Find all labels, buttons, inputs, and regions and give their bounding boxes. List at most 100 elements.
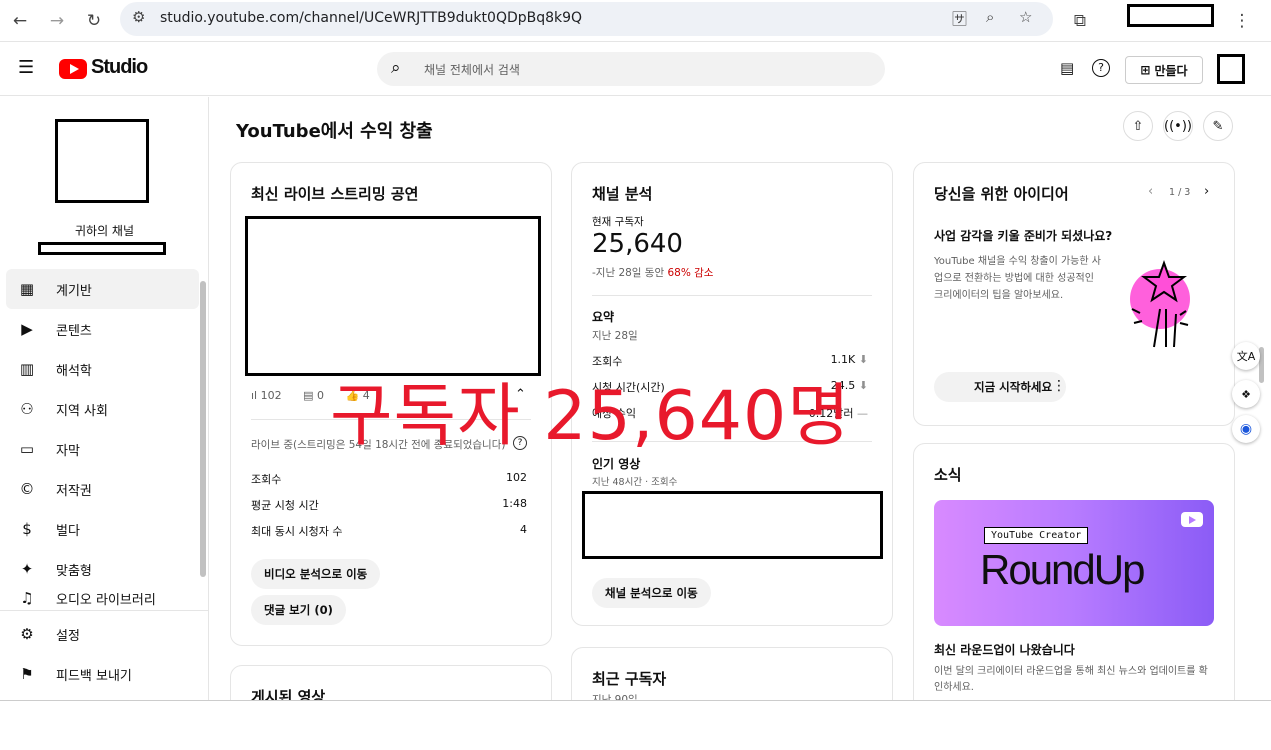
- prev-chevron-icon[interactable]: ‹: [1148, 184, 1153, 199]
- summary-title: 요약: [592, 310, 615, 324]
- feedback-icon: ⚑: [20, 665, 34, 683]
- news-card: 소식 YouTube Creator RoundUp 최신 라운드업이 나왔습니…: [913, 443, 1235, 700]
- hamburger-menu-icon[interactable]: ☰: [18, 57, 34, 78]
- posted-videos-title: 게시된 영상: [251, 688, 326, 700]
- analytics-title: 채널 분석: [592, 185, 653, 203]
- create-label: 만들다: [1154, 63, 1188, 78]
- current-subs-value: 25,640: [592, 229, 683, 259]
- subtitles-icon: ▭: [19, 440, 35, 458]
- search-input[interactable]: ⌕ 채널 전체에서 검색: [377, 52, 885, 86]
- sidebar-item-customize[interactable]: ✦ 맞춤형: [6, 549, 199, 589]
- forward-icon[interactable]: →: [42, 6, 72, 36]
- sidebar-item-settings[interactable]: ⚙ 설정: [6, 614, 199, 654]
- studio-header: ☰ Studio ⌕ 채널 전체에서 검색 ▤ ? ⊞ 만들다: [0, 43, 1271, 96]
- analytics-divider: [592, 295, 872, 296]
- community-icon: ⚇: [20, 400, 34, 418]
- sidebar-item-dashboard[interactable]: ▦ 계기반: [6, 269, 199, 309]
- studio-logo-text[interactable]: Studio: [91, 56, 148, 79]
- sidebar-scrollbar[interactable]: [200, 269, 207, 609]
- browser-menu-icon[interactable]: ⋮: [1227, 6, 1257, 36]
- comment-icon[interactable]: ▤: [1060, 59, 1074, 77]
- sidebar-item-subtitles[interactable]: ▭ 자막: [6, 429, 199, 469]
- posted-videos-card: 게시된 영상: [230, 665, 552, 700]
- create-post-icon[interactable]: ✎: [1203, 111, 1233, 141]
- account-avatar-redacted[interactable]: [1217, 54, 1245, 84]
- content-icon: ▶: [21, 320, 33, 338]
- sidebar-item-community[interactable]: ⚇ 지역 사회: [6, 389, 199, 429]
- dash-icon: —: [857, 407, 868, 420]
- dashboard-icon: ▦: [19, 280, 35, 298]
- bookmark-star-icon[interactable]: ☆: [1019, 8, 1032, 26]
- browser-toolbar: ← → ↻ ⚙ studio.youtube.com/channel/UCeWR…: [0, 0, 1271, 42]
- copyright-icon: ©: [19, 480, 35, 498]
- view-comments-button[interactable]: 댓글 보기 (0): [251, 595, 346, 625]
- roundup-big-text: RoundUp: [980, 546, 1145, 593]
- views-bar-icon: ıl: [251, 389, 258, 402]
- search-placeholder: 채널 전체에서 검색: [424, 63, 520, 77]
- top-videos-sub: 지난 48시간 · 조회수: [592, 477, 678, 488]
- next-chevron-icon[interactable]: ›: [1204, 184, 1209, 199]
- go-video-analytics-button[interactable]: 비디오 분석으로 이동: [251, 559, 381, 589]
- recent-subs-title: 최근 구독자: [592, 670, 667, 688]
- youtube-white-icon: [1181, 512, 1203, 527]
- sidebar-item-feedback[interactable]: ⚑ 피드백 보내기: [6, 654, 199, 694]
- channel-title: 귀하의 채널: [74, 224, 134, 238]
- current-subs-label: 현재 구독자: [592, 216, 644, 228]
- more-options-icon[interactable]: ⋮: [1052, 378, 1066, 394]
- address-bar[interactable]: ⚙ studio.youtube.com/channel/UCeWRJTTB9d…: [120, 2, 1053, 36]
- ideas-heading: 사업 감각을 키울 준비가 되셨나요?: [934, 229, 1113, 243]
- sidebar: 귀하의 채널 ▦ 계기반 ▶ 콘텐츠 ▥ 해석학 ⚇ 지역 사회 ▭ 자막 © 저작권 $ 벌…: [0, 97, 209, 700]
- subs-change: -지난 28일 동안 68% 감소: [592, 267, 714, 279]
- audio-library-icon: ♫: [20, 589, 34, 607]
- translate-icon[interactable]: 🈂: [952, 8, 967, 29]
- earn-icon: $: [22, 520, 32, 538]
- translate-fab-icon[interactable]: 文A: [1232, 342, 1260, 370]
- youtube-logo-icon[interactable]: [59, 59, 87, 79]
- upload-icon[interactable]: ⇧: [1123, 111, 1153, 141]
- sidebar-item-analytics[interactable]: ▥ 해석학: [6, 349, 199, 389]
- subscriber-overlay-text: 구독자 25,640명: [330, 377, 851, 456]
- down-arrow-icon: ⬇: [858, 379, 868, 392]
- reload-icon[interactable]: ↻: [79, 6, 109, 36]
- sidebar-item-copyright[interactable]: © 저작권: [6, 469, 199, 509]
- go-live-icon[interactable]: ((•)): [1163, 111, 1193, 141]
- sidebar-item-earn[interactable]: $ 벌다: [6, 509, 199, 549]
- customize-icon: ✦: [20, 560, 34, 578]
- top-video-redacted[interactable]: [582, 491, 883, 559]
- comments-icon: ▤: [303, 389, 314, 402]
- profile-redacted[interactable]: [1127, 4, 1214, 27]
- latest-live-title: 최신 라이브 스트리밍 공연: [251, 185, 419, 203]
- live-thumbnail-redacted[interactable]: [245, 216, 541, 376]
- help-icon[interactable]: ?: [1092, 59, 1110, 77]
- scrollbar-thumb[interactable]: [200, 281, 206, 577]
- settings-icon: ⚙: [20, 625, 34, 643]
- back-icon[interactable]: ←: [5, 6, 35, 36]
- go-channel-analytics-button[interactable]: 채널 분석으로 이동: [592, 578, 711, 608]
- live-row-views: 조회수 102: [251, 471, 527, 486]
- channel-avatar-redacted[interactable]: [55, 119, 149, 203]
- down-arrow-icon: ⬇: [858, 353, 868, 366]
- video-camera-plus-icon: ⊞: [1140, 63, 1151, 77]
- live-row-avg-watch: 평균 시청 시간 1:48: [251, 497, 527, 512]
- live-row-peak-viewers: 최대 동시 시청자 수4: [251, 523, 527, 538]
- recent-subscribers-card: 최근 구독자 지난 90일: [571, 647, 893, 700]
- summary-period: 지난 28일: [592, 330, 638, 342]
- apps-fab-icon[interactable]: ❖: [1232, 380, 1260, 408]
- roundup-tag: YouTube Creator: [984, 527, 1089, 544]
- zoom-icon[interactable]: ⌕: [986, 8, 994, 26]
- sidebar-item-content[interactable]: ▶ 콘텐츠: [6, 309, 199, 349]
- search-icon: ⌕: [391, 58, 401, 78]
- page-title: YouTube에서 수익 창출: [236, 121, 433, 142]
- roundup-banner[interactable]: YouTube Creator RoundUp: [934, 500, 1214, 626]
- assistant-fab-icon[interactable]: ◉: [1232, 415, 1260, 443]
- ideas-body: YouTube 채널을 수익 창출이 가능한 사업으로 전환하는 방법에 대한 …: [934, 256, 1101, 301]
- extensions-icon[interactable]: ⧉: [1065, 6, 1095, 36]
- news-heading: 최신 라운드업이 나왔습니다: [934, 643, 1075, 657]
- ideas-title: 당신을 위한 아이디어: [934, 185, 1069, 203]
- ideas-card: 당신을 위한 아이디어 ‹ 1 / 3 › 사업 감각을 키울 준비가 되셨나요…: [913, 162, 1235, 426]
- site-info-icon[interactable]: ⚙: [132, 8, 145, 26]
- get-started-button[interactable]: 지금 시작하세요: [934, 372, 1067, 402]
- channel-name-redacted: [38, 242, 166, 255]
- create-button[interactable]: ⊞ 만들다: [1125, 56, 1203, 84]
- sidebar-item-audio-library[interactable]: ♫ 오디오 라이브러리: [6, 589, 199, 609]
